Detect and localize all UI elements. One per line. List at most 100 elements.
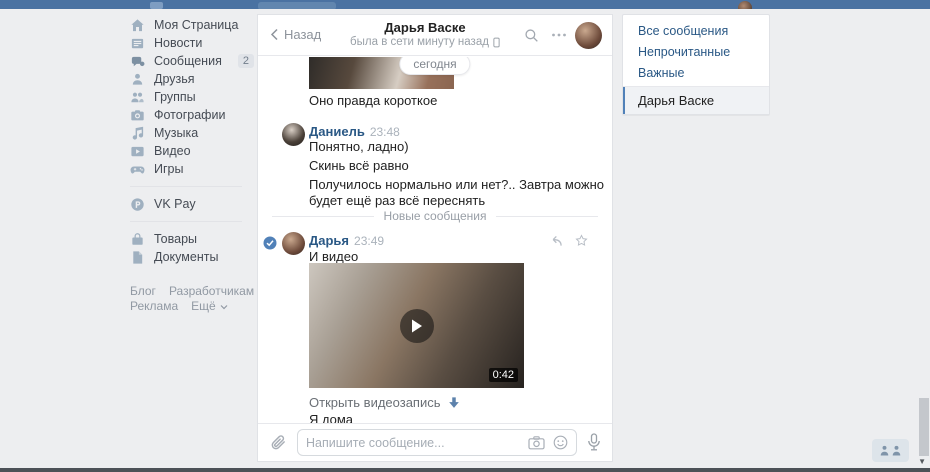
video-duration-badge: 0:42: [489, 368, 518, 382]
sidebar-item-market[interactable]: Товары: [130, 230, 254, 248]
conversation-item-selected[interactable]: Дарья Васке: [623, 87, 769, 114]
open-video-link[interactable]: Открыть видеозапись: [309, 395, 461, 410]
filter-important[interactable]: Важные: [623, 63, 769, 84]
message-history: сегодня Оно правда короткое Даниель23:48…: [258, 57, 612, 423]
sidebar-item-photos[interactable]: Фотографии: [130, 106, 254, 124]
groups-icon: [130, 90, 145, 105]
document-icon: [130, 250, 145, 265]
divider-line: [496, 216, 598, 217]
status-text: была в сети минуту назад: [350, 36, 489, 48]
reply-icon[interactable]: [548, 234, 563, 247]
sidebar-item-label: Фотографии: [154, 108, 225, 122]
friends-online-dock[interactable]: [872, 439, 909, 462]
sidebar-divider: [130, 221, 242, 222]
chevron-left-icon: [270, 28, 279, 41]
message-time: 23:48: [370, 125, 400, 139]
video-attachment[interactable]: 0:42: [309, 263, 524, 388]
sender-name[interactable]: Дарья: [309, 233, 349, 248]
footer-link-more[interactable]: Ещё: [191, 299, 228, 314]
search-icon[interactable]: [524, 28, 539, 43]
sidebar-item-video[interactable]: Видео: [130, 142, 254, 160]
sidebar-item-news[interactable]: Новости: [130, 34, 254, 52]
attach-icon[interactable]: [269, 434, 287, 452]
sidebar-item-label: Сообщения: [154, 54, 222, 68]
sidebar-item-label: Моя Страница: [154, 18, 238, 32]
filter-all-messages[interactable]: Все сообщения: [623, 21, 769, 42]
message-text: И видео: [309, 249, 358, 264]
shopping-bag-icon: [130, 232, 145, 247]
avatar[interactable]: [282, 123, 305, 146]
avatar[interactable]: [282, 232, 305, 255]
message-input-container: [297, 429, 577, 456]
sidebar-item-groups[interactable]: Группы: [130, 88, 254, 106]
footer-link-developers[interactable]: Разработчикам: [169, 284, 254, 299]
chevron-down-icon: [220, 304, 228, 310]
sidebar-item-documents[interactable]: Документы: [130, 248, 254, 266]
back-button[interactable]: Назад: [270, 27, 321, 42]
sidebar-item-messages[interactable]: Сообщения 2: [130, 52, 254, 70]
games-icon: [130, 162, 145, 177]
open-video-label: Открыть видеозапись: [309, 395, 441, 410]
person-icon: [892, 445, 901, 456]
message-input-bar: [258, 423, 612, 461]
sidebar-item-label: VK Pay: [154, 197, 196, 211]
message-input[interactable]: [306, 436, 520, 450]
vk-pay-icon: [130, 197, 145, 212]
play-icon[interactable]: [400, 309, 434, 343]
footer-more-label: Ещё: [191, 299, 216, 314]
person-icon: [880, 445, 889, 456]
vk-logo[interactable]: [150, 2, 163, 9]
topbar-user-avatar[interactable]: [738, 1, 752, 9]
sender-name[interactable]: Даниель: [309, 124, 365, 139]
chat-peer-info: Дарья Васке была в сети минуту назад: [348, 20, 502, 48]
sidebar-divider: [130, 186, 242, 187]
chat-header: Назад Дарья Васке была в сети минуту наз…: [258, 15, 612, 56]
microphone-icon[interactable]: [587, 433, 601, 452]
more-actions-icon[interactable]: [551, 32, 567, 38]
photos-icon: [130, 108, 145, 123]
divider-line: [272, 216, 374, 217]
message-text: Скинь всё равно: [309, 158, 409, 174]
sidebar-item-games[interactable]: Игры: [130, 160, 254, 178]
sidebar-item-label: Музыка: [154, 126, 198, 140]
top-app-bar: [0, 0, 930, 9]
messages-icon: [130, 54, 145, 69]
mobile-phone-icon: [493, 37, 500, 48]
sidebar-item-music[interactable]: Музыка: [130, 124, 254, 142]
sidebar-item-label: Группы: [154, 90, 196, 104]
sidebar-item-label: Друзья: [154, 72, 195, 86]
read-checkmark-icon: [263, 236, 277, 250]
message-text: Оно правда короткое: [309, 93, 437, 109]
chat-peer-avatar[interactable]: [575, 22, 602, 49]
topbar-search-input[interactable]: [258, 2, 336, 9]
new-messages-divider: Новые сообщения: [272, 209, 598, 223]
sidebar-item-label: Товары: [154, 232, 197, 246]
sidebar-item-my-page[interactable]: Моя Страница: [130, 16, 254, 34]
chat-online-status: была в сети минуту назад: [348, 36, 502, 48]
page-scrollbar-thumb[interactable]: [919, 398, 929, 456]
filter-unread[interactable]: Непрочитанные: [623, 42, 769, 63]
message-meta: Дарья23:49: [309, 233, 384, 248]
message-meta: Даниель 23:48: [309, 124, 400, 139]
video-icon: [130, 144, 145, 159]
footer-link-ads[interactable]: Реклама: [130, 299, 178, 314]
star-icon[interactable]: [575, 234, 588, 247]
sidebar-item-label: Документы: [154, 250, 218, 264]
camera-icon[interactable]: [528, 436, 545, 450]
collapse-caret-icon[interactable]: ▼: [918, 457, 926, 466]
sidebar-item-vk-pay[interactable]: VK Pay: [130, 195, 254, 213]
left-sidebar: Моя Страница Новости Сообщения 2 Друзья …: [130, 16, 254, 314]
message-text: Получилось нормально или нет?.. Завтра м…: [309, 177, 605, 209]
chat-title[interactable]: Дарья Васке: [348, 20, 502, 35]
new-messages-label: Новые сообщения: [384, 209, 487, 223]
sidebar-item-label: Игры: [154, 162, 183, 176]
messages-filter-panel: Все сообщения Непрочитанные Важные Дарья…: [622, 14, 770, 115]
message-text: Понятно, ладно): [309, 139, 409, 155]
sidebar-item-friends[interactable]: Друзья: [130, 70, 254, 88]
back-label: Назад: [284, 27, 321, 42]
message-text: Я дома: [309, 412, 353, 423]
emoji-icon[interactable]: [553, 435, 568, 450]
news-icon: [130, 36, 145, 51]
footer-link-blog[interactable]: Блог: [130, 284, 156, 299]
download-arrow-icon: [447, 396, 461, 410]
